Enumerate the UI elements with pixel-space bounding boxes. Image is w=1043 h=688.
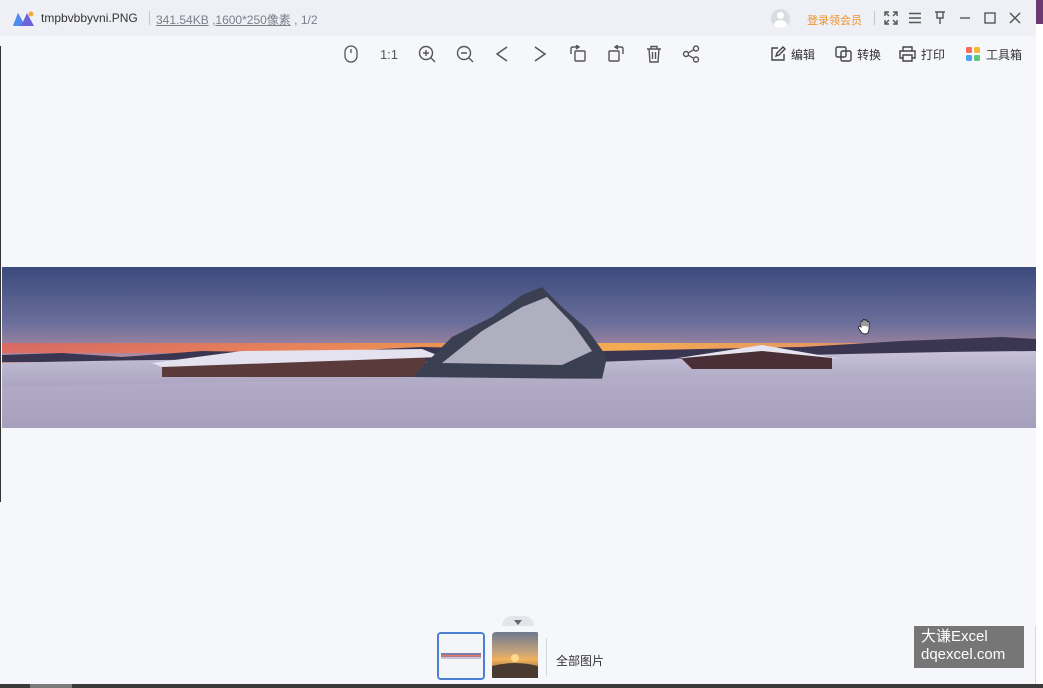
toolbox-label: 工具箱: [986, 47, 1023, 62]
image-dimensions[interactable]: 1600*250像素: [215, 13, 290, 27]
window-controls-divider: [874, 11, 875, 25]
zoom-in-button[interactable]: [416, 43, 438, 65]
pin-icon: [935, 11, 945, 24]
convert-icon: [835, 46, 852, 62]
image-viewer-window: tmpbvbbyvni.PNG 341.54KB ,1600*250像素 , 1…: [0, 0, 1036, 684]
print-label: 打印: [921, 47, 946, 62]
window-left-edge: [0, 46, 1, 502]
convert-label: 转换: [857, 47, 882, 62]
mouse-mode-button[interactable]: [340, 43, 362, 65]
delete-button[interactable]: [643, 43, 665, 65]
previous-icon: [495, 46, 508, 62]
login-vip-link[interactable]: 登录领会员: [807, 12, 862, 28]
menu-icon: [909, 12, 921, 24]
file-meta: 341.54KB ,1600*250像素 , 1/2: [156, 13, 318, 27]
watermark-line1: 大谦Excel: [921, 628, 988, 645]
pin-button[interactable]: [931, 9, 949, 27]
convert-button[interactable]: 转换: [835, 43, 881, 65]
rotate-right-button[interactable]: [605, 43, 627, 65]
thumbnail-1[interactable]: [437, 632, 485, 680]
hand-cursor-icon: [857, 319, 870, 335]
share-button[interactable]: [680, 43, 702, 65]
edit-button[interactable]: 编辑: [770, 43, 815, 65]
file-size[interactable]: 341.54KB: [156, 13, 209, 27]
maximize-icon: [984, 12, 996, 24]
next-icon: [534, 46, 547, 62]
app-logo-icon: [13, 11, 34, 26]
desktop-edge: [1036, 0, 1043, 688]
thumbnail-divider: [546, 638, 547, 676]
share-icon: [682, 45, 700, 63]
minimize-icon: [960, 17, 970, 19]
watermark: 大谦Excel dqexcel.com: [914, 626, 1024, 668]
zoom-in-icon: [418, 45, 436, 63]
user-avatar[interactable]: [771, 9, 790, 28]
watermark-line2: dqexcel.com: [921, 646, 1006, 663]
zoom-out-icon: [456, 45, 474, 63]
title-divider: [149, 11, 150, 25]
taskbar-strip: [0, 684, 1043, 688]
rotate-left-icon: [570, 45, 586, 62]
toolbox-button[interactable]: 工具箱: [965, 43, 1022, 65]
edit-label: 编辑: [791, 47, 816, 62]
panorama-image[interactable]: [2, 267, 1036, 428]
toolbox-icon: [966, 47, 980, 61]
delete-icon: [647, 45, 661, 63]
collapse-thumbnails-toggle[interactable]: [502, 616, 534, 626]
close-button[interactable]: [1006, 9, 1024, 27]
minimize-button[interactable]: [956, 9, 974, 27]
fullscreen-button[interactable]: [882, 9, 900, 27]
thumbnail-2[interactable]: [492, 632, 540, 680]
thumbnail-2-image: [492, 632, 538, 678]
page-index: 1/2: [300, 13, 318, 27]
title-bar: tmpbvbbyvni.PNG 341.54KB ,1600*250像素 , 1…: [0, 0, 1036, 36]
print-button[interactable]: 打印: [899, 43, 945, 65]
edit-icon: [771, 46, 786, 61]
thumbnail-1-image: [439, 634, 483, 678]
rotate-right-icon: [608, 45, 624, 62]
close-icon: [1009, 12, 1021, 24]
mouse-icon: [344, 45, 358, 63]
all-images-button[interactable]: 全部图片: [556, 652, 604, 669]
rotate-left-button[interactable]: [567, 43, 589, 65]
fullscreen-icon: [884, 11, 898, 25]
zoom-out-button[interactable]: [454, 43, 476, 65]
maximize-button[interactable]: [981, 9, 999, 27]
file-name: tmpbvbbyvni.PNG: [41, 11, 138, 25]
actual-size-button[interactable]: 1:1: [377, 43, 401, 65]
next-button[interactable]: [529, 43, 551, 65]
printer-icon: [899, 46, 916, 62]
previous-button[interactable]: [491, 43, 513, 65]
menu-button[interactable]: [906, 9, 924, 27]
